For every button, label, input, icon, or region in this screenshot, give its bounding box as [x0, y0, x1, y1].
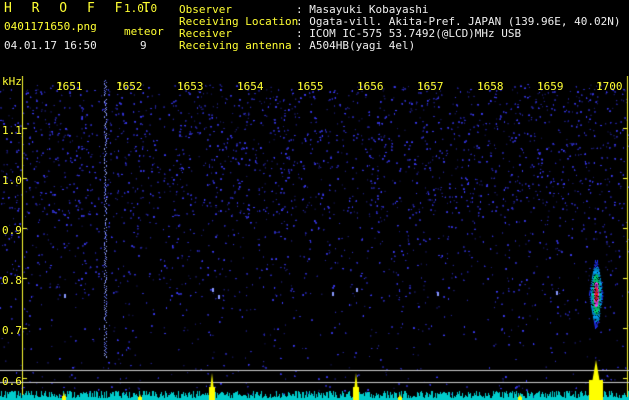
time-tick-label: 1653	[177, 80, 204, 93]
time-tick-label: 1654	[237, 80, 264, 93]
freq-tick-label: 1.1	[2, 124, 22, 137]
receiver-label: Receiver	[179, 27, 232, 40]
time-tick-label: 1659	[537, 80, 564, 93]
location-value: : Ogata-vill. Akita-Pref. JAPAN (139.96E…	[296, 15, 621, 28]
antenna-label: Receiving antenna	[179, 39, 292, 52]
freq-tick-label: 0.9	[2, 224, 22, 237]
meteor-count: 9	[140, 39, 147, 52]
time-tick-label: 1657	[417, 80, 444, 93]
receiver-value: : ICOM IC-575 53.7492(@LCD)MHz USB	[296, 27, 522, 40]
freq-tick-label: 0.7	[2, 324, 22, 337]
observer-value: : Masayuki Kobayashi	[296, 3, 429, 16]
time-tick-label: 1700	[596, 80, 623, 93]
location-label: Receiving Location	[179, 15, 299, 28]
freq-tick-label: 0.6	[2, 375, 22, 388]
time-tick-label: 1651	[56, 80, 83, 93]
time-axis: 1651 1652 1653 1654 1655 1656 1657 1658 …	[0, 76, 629, 96]
app-version: 1.0.0	[124, 2, 158, 15]
observer-label: Observer	[179, 3, 232, 16]
header-panel: H R O F F T 1.0.0 0401171650.png meteor …	[0, 0, 629, 76]
datetime: 04.01.17 16:50	[4, 39, 97, 52]
freq-tick-label: 1.0	[2, 174, 22, 187]
antenna-value: : A504HB(yagi 4el)	[296, 39, 416, 52]
freq-tick-label: 0.8	[2, 274, 22, 287]
meteor-label: meteor	[124, 25, 164, 38]
file-name: 0401171650.png	[4, 20, 97, 33]
spectrogram-canvas	[0, 76, 629, 400]
time-tick-label: 1655	[297, 80, 324, 93]
freq-unit-label: kHz	[2, 75, 22, 88]
time-tick-label: 1658	[477, 80, 504, 93]
time-tick-label: 1656	[357, 80, 384, 93]
time-tick-label: 1652	[116, 80, 143, 93]
